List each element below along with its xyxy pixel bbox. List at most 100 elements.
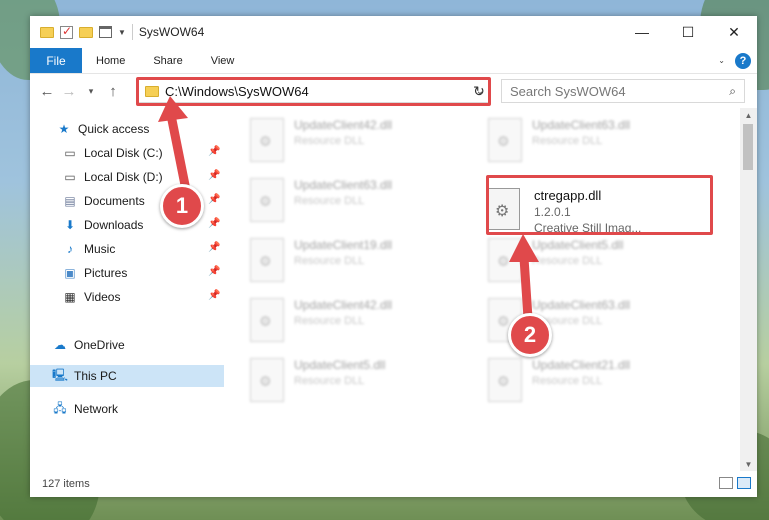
pin-icon: 📌 [208,194,221,205]
sidebar-item-quick-access[interactable]: ★ Quick access [56,118,150,140]
file-name: UpdateClient19.dll [294,238,393,252]
search-icon[interactable]: ⌕ [729,84,736,99]
file-name: UpdateClient63.dll [532,118,631,132]
list-item[interactable]: UpdateClient63.dll Resource DLL [250,178,470,230]
pictures-icon: ▣ [64,266,76,280]
file-type: Resource DLL [294,315,365,327]
navigation-row: ← → ▾ ↑ C:\Windows\SysWOW64 ⌄ ↻ Search S… [30,74,757,108]
tab-share[interactable]: Share [139,48,196,73]
file-name: UpdateClient63.dll [294,178,393,192]
pin-icon: 📌 [208,266,221,277]
sidebar-item-local-disk-c[interactable]: ▭ Local Disk (C:) [62,142,162,164]
file-type: Resource DLL [294,135,365,147]
sidebar-item-onedrive[interactable]: ☁ OneDrive [52,334,125,356]
sidebar-item-label: This PC [74,369,117,383]
tab-home[interactable]: Home [82,48,139,73]
file-type: Resource DLL [532,255,603,267]
sidebar-item-pictures[interactable]: ▣ Pictures [62,262,127,284]
cloud-icon: ☁ [54,338,66,352]
pin-icon: 📌 [208,242,221,253]
search-input[interactable]: Search SysWOW64 [510,84,626,99]
pin-icon: 📌 [208,290,221,301]
status-bar: 127 items [30,471,757,497]
up-arrow-icon[interactable]: ↑ [102,83,124,100]
dll-file-icon [488,118,522,162]
sidebar-item-network[interactable]: 🖧 Network [52,398,118,420]
file-highlight-box [486,175,713,235]
maximize-button[interactable]: ☐ [665,16,711,48]
network-icon: 🖧 [53,400,67,415]
close-button[interactable]: ✕ [711,16,757,48]
dll-file-icon [250,238,284,282]
step-2-badge: 2 [508,313,552,357]
tab-view[interactable]: View [197,48,249,73]
drive-icon: ▭ [64,146,76,160]
properties-check-icon[interactable] [60,24,73,39]
sidebar-item-local-disk-d[interactable]: ▭ Local Disk (D:) [62,166,162,188]
file-type: Resource DLL [532,135,603,147]
sidebar-item-downloads[interactable]: ⬇ Downloads [62,214,143,236]
downloads-icon: ⬇ [64,218,76,232]
chevron-down-icon[interactable]: ▼ [118,28,126,37]
customize-icon[interactable] [99,26,112,38]
dll-file-icon [250,358,284,402]
list-item[interactable]: UpdateClient42.dll Resource DLL [250,298,470,350]
list-item[interactable]: UpdateClient21.dll Resource DLL [488,358,708,410]
list-item[interactable]: UpdateClient5.dllResource DLL [488,238,708,290]
star-icon: ★ [58,122,70,136]
expand-ribbon-icon[interactable]: ⌄ [718,56,725,65]
title-bar: ▼ SysWOW64 — ☐ ✕ [30,16,757,48]
sidebar-item-label: OneDrive [74,338,125,352]
recent-locations-icon[interactable]: ▾ [80,86,102,97]
sidebar-item-documents[interactable]: ▤ Documents [62,190,145,212]
sidebar-item-music[interactable]: ♪ Music [62,238,115,260]
list-item[interactable]: UpdateClient19.dll Resource DLL [250,238,470,290]
sidebar-item-label: Pictures [84,266,128,280]
list-item[interactable]: UpdateClient63.dll Resource DLL [488,118,708,170]
sidebar-item-label: Downloads [84,218,144,232]
file-type: Resource DLL [294,195,365,207]
file-name: UpdateClient5.dll [294,358,386,372]
list-item[interactable]: UpdateClient42.dll Resource DLL [250,118,470,170]
window-controls: — ☐ ✕ [619,16,757,48]
file-type: Resource DLL [294,375,365,387]
tab-file[interactable]: File [30,48,82,73]
folder-icon[interactable] [40,26,54,38]
address-highlight-box [136,77,491,106]
sidebar-item-label: Quick access [78,122,150,136]
sidebar-item-this-pc[interactable]: 🖳 This PC [30,365,224,387]
forward-arrow-icon[interactable]: → [58,83,80,100]
view-toggles [719,477,751,489]
scroll-down-icon[interactable]: ▼ [740,457,757,471]
title-separator [131,24,133,40]
file-type: Resource DLL [532,375,603,387]
file-name: UpdateClient42.dll [294,118,393,132]
file-name: UpdateClient63.dll [532,298,631,312]
minimize-button[interactable]: — [619,16,665,48]
sidebar-item-label: Network [74,402,119,416]
tiles-view-icon[interactable] [737,477,751,489]
sidebar-item-videos[interactable]: ▦ Videos [62,286,120,308]
file-type: Resource DLL [294,255,365,267]
help-icon[interactable]: ? [735,52,751,69]
search-box[interactable]: Search SysWOW64 ⌕ [501,79,745,103]
details-view-icon[interactable] [719,477,733,489]
dll-file-icon [488,358,522,402]
ribbon-right: ⌄ ? [718,48,757,73]
item-count: 127 items [42,478,90,490]
scroll-thumb[interactable] [743,124,753,170]
scroll-up-icon[interactable]: ▲ [740,108,757,122]
pin-icon: 📌 [208,170,221,181]
dll-file-icon [250,118,284,162]
vertical-scrollbar[interactable]: ▲ ▼ [740,108,757,471]
new-folder-icon[interactable] [79,26,93,38]
list-item[interactable]: UpdateClient5.dll Resource DLL [250,358,470,410]
step-1-badge: 1 [160,184,204,228]
documents-icon: ▤ [64,194,76,208]
file-name: UpdateClient42.dll [294,298,393,312]
navigation-pane: ★ Quick access ▭ Local Disk (C:) 📌 ▭ Loc… [30,108,224,471]
ribbon-tabs: File Home Share View ⌄ ? [30,48,757,74]
quick-access-toolbar: ▼ [30,24,126,39]
sidebar-item-label: Documents [84,194,145,208]
back-arrow-icon[interactable]: ← [36,83,58,100]
